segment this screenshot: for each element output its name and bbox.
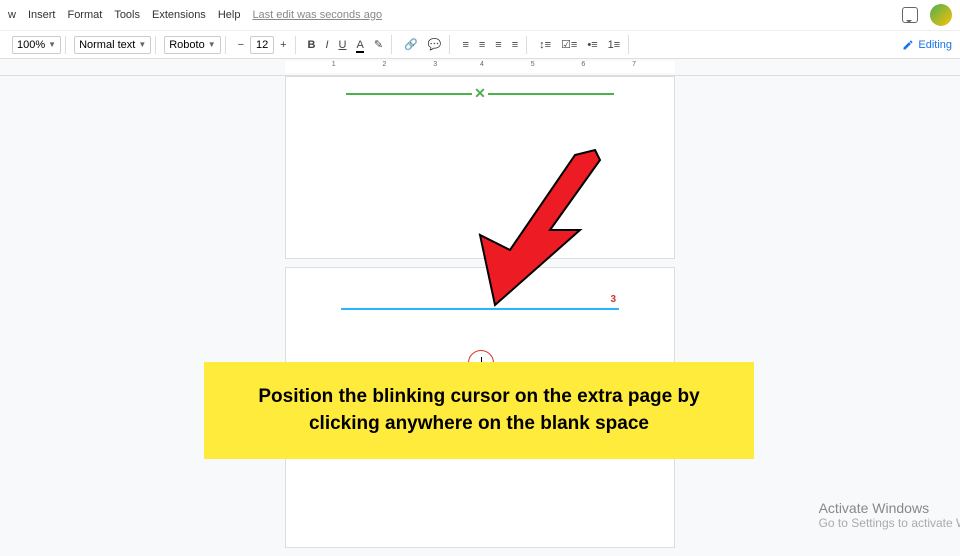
font-size-decrease[interactable]: −: [234, 36, 248, 54]
red-arrow-annotation: [445, 140, 605, 310]
align-center-button[interactable]: ≡: [475, 36, 489, 54]
menu-format[interactable]: Format: [67, 9, 102, 21]
close-x-icon[interactable]: ✕: [472, 85, 488, 102]
instruction-callout: Position the blinking cursor on the extr…: [204, 362, 754, 459]
ruler-tick: 4: [480, 61, 484, 68]
ruler-tick: 3: [433, 61, 437, 68]
menu-w[interactable]: w: [8, 9, 16, 21]
menu-extensions[interactable]: Extensions: [152, 9, 206, 21]
bold-button[interactable]: B: [304, 36, 320, 54]
line-spacing-button[interactable]: ↕≡: [535, 36, 555, 54]
pencil-icon: [902, 39, 914, 51]
menu-tools[interactable]: Tools: [114, 9, 140, 21]
menu-bar: w Insert Format Tools Extensions Help La…: [0, 0, 960, 31]
ruler-tick: 7: [632, 61, 636, 68]
align-left-button[interactable]: ≡: [458, 36, 472, 54]
ruler-tick: 6: [581, 61, 585, 68]
ruler: 1 2 3 4 5 6 7: [0, 59, 960, 76]
toolbar: 100%▼ Normal text▼ Roboto▼ − 12 + B I U …: [0, 31, 960, 59]
font-select[interactable]: Roboto▼: [164, 36, 220, 54]
menu-help[interactable]: Help: [218, 9, 241, 21]
text-color-button[interactable]: A: [352, 36, 367, 54]
comment-icon[interactable]: [902, 7, 918, 23]
ruler-tick: 1: [332, 61, 336, 68]
section-break-indicator: ✕: [346, 85, 614, 102]
ruler-tick: 5: [531, 61, 535, 68]
align-justify-button[interactable]: ≡: [508, 36, 522, 54]
style-select[interactable]: Normal text▼: [74, 36, 151, 54]
checklist-button[interactable]: ☑≡: [557, 35, 581, 54]
highlight-button[interactable]: ✎: [370, 35, 387, 54]
font-size[interactable]: 12: [250, 36, 274, 54]
editing-mode-button[interactable]: Editing: [902, 39, 952, 51]
page-number: 3: [610, 294, 616, 305]
add-comment-button[interactable]: 💬: [424, 35, 446, 54]
bullet-list-button[interactable]: •≡: [583, 36, 601, 54]
menu-insert[interactable]: Insert: [28, 9, 56, 21]
ruler-tick: 2: [383, 61, 387, 68]
underline-button[interactable]: U: [335, 36, 351, 54]
italic-button[interactable]: I: [321, 36, 332, 54]
align-right-button[interactable]: ≡: [491, 36, 505, 54]
windows-watermark: Activate Windows Go to Settings to activ…: [819, 500, 960, 530]
font-size-increase[interactable]: +: [276, 36, 290, 54]
edit-status[interactable]: Last edit was seconds ago: [252, 9, 382, 21]
account-avatar[interactable]: [930, 4, 952, 26]
number-list-button[interactable]: 1≡: [604, 36, 625, 54]
zoom-select[interactable]: 100%▼: [12, 36, 61, 54]
link-button[interactable]: 🔗: [400, 35, 422, 54]
